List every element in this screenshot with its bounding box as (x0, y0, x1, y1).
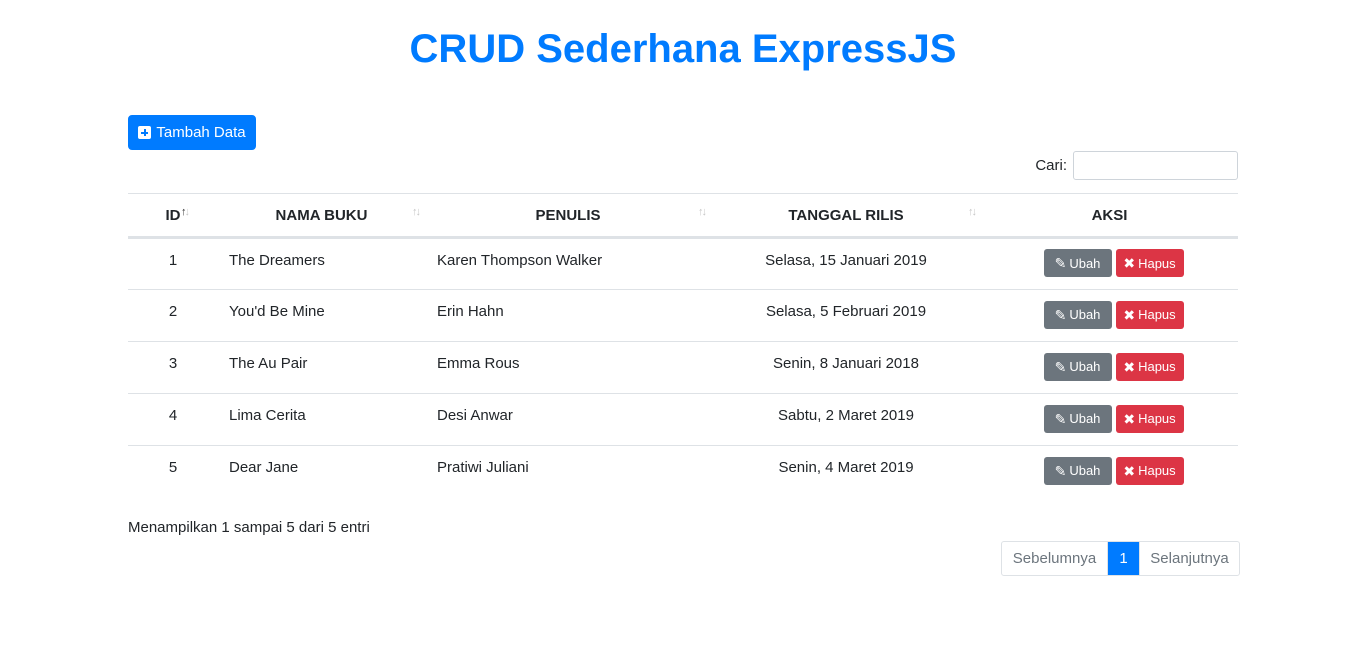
cell-book-name: Dear Jane (229, 459, 299, 477)
sort-icon: ↑↓ (698, 206, 707, 218)
column-header-date[interactable]: TANGGAL RILIS ↑↓ (711, 193, 981, 239)
cell-release-date: Senin, 4 Maret 2019 (778, 459, 914, 477)
cell-book-name: The Dreamers (229, 251, 325, 269)
delete-button[interactable]: ✖ Hapus (1115, 352, 1184, 381)
edit-icon: ✎ (1054, 358, 1067, 375)
sort-icon: ↑↓ (412, 206, 421, 218)
edit-icon: ✎ (1054, 462, 1067, 479)
cell-author: Pratiwi Juliani (437, 459, 529, 477)
cell-book-name: You'd Be Mine (229, 303, 325, 320)
table-info: Menampilkan 1 sampai 5 dari 5 entri (128, 519, 370, 536)
table-row: 2 You'd Be Mine Erin Hahn Selasa, 5 Febr… (128, 289, 1238, 342)
column-header-id[interactable]: ID ↑↓ (128, 193, 218, 239)
search-box: Cari: (1030, 150, 1238, 180)
search-input[interactable] (1073, 150, 1238, 180)
add-data-button[interactable]: Tambah Data (128, 115, 256, 150)
books-table: ID ↑↓ NAMA BUKU ↑↓ PENULIS ↑↓ TANGGAL RI… (128, 193, 1238, 498)
table-header-row: ID ↑↓ NAMA BUKU ↑↓ PENULIS ↑↓ TANGGAL RI… (128, 193, 1238, 239)
delete-button[interactable]: ✖ Hapus (1115, 456, 1184, 485)
table-row: 3 The Au Pair Emma Rous Senin, 8 Januari… (128, 341, 1238, 394)
plus-square-icon (138, 126, 152, 139)
pagination-previous[interactable]: Sebelumnya (1002, 542, 1108, 575)
cell-book-name: The Au Pair (229, 355, 308, 372)
close-icon: ✖ (1123, 462, 1136, 479)
cell-release-date: Sabtu, 2 Maret 2019 (778, 407, 914, 424)
cell-id: 5 (168, 459, 178, 477)
pagination-next[interactable]: Selanjutnya (1139, 542, 1239, 575)
edit-icon: ✎ (1054, 255, 1067, 271)
table-row: 1 The Dreamers Karen Thompson Walker Sel… (128, 237, 1238, 290)
close-icon: ✖ (1123, 255, 1136, 271)
column-header-author[interactable]: PENULIS ↑↓ (425, 193, 711, 239)
cell-book-name: Lima Cerita (229, 407, 306, 424)
table-row: 4 Lima Cerita Desi Anwar Sabtu, 2 Maret … (128, 393, 1238, 446)
sort-asc-icon: ↑↓ (181, 206, 190, 218)
close-icon: ✖ (1123, 410, 1136, 427)
delete-button[interactable]: ✖ Hapus (1115, 249, 1184, 277)
page-title: CRUD Sederhana ExpressJS (409, 27, 957, 71)
cell-author: Emma Rous (437, 355, 520, 372)
sort-icon: ↑↓ (968, 206, 977, 218)
cell-id: 1 (168, 251, 178, 269)
cell-release-date: Selasa, 15 Januari 2019 (765, 251, 927, 269)
edit-button[interactable]: ✎ Ubah (1043, 352, 1112, 381)
cell-author: Erin Hahn (437, 303, 504, 320)
cell-id: 4 (168, 407, 178, 424)
delete-button[interactable]: ✖ Hapus (1115, 404, 1184, 433)
cell-release-date: Selasa, 5 Februari 2019 (765, 303, 927, 320)
column-header-name[interactable]: NAMA BUKU ↑↓ (218, 193, 425, 239)
edit-button[interactable]: ✎ Ubah (1043, 249, 1112, 277)
edit-icon: ✎ (1054, 306, 1067, 323)
search-label: Cari: (1035, 156, 1067, 174)
edit-icon: ✎ (1054, 410, 1067, 427)
cell-id: 3 (168, 355, 178, 372)
pagination-page-1[interactable]: 1 (1108, 542, 1139, 575)
cell-release-date: Senin, 8 Januari 2018 (773, 355, 919, 372)
cell-author: Karen Thompson Walker (437, 251, 603, 269)
close-icon: ✖ (1123, 306, 1136, 323)
table-row: 5 Dear Jane Pratiwi Juliani Senin, 4 Mar… (128, 446, 1238, 498)
edit-button[interactable]: ✎ Ubah (1043, 456, 1112, 485)
add-data-label: Tambah Data (156, 124, 246, 141)
edit-button[interactable]: ✎ Ubah (1043, 300, 1112, 329)
edit-button[interactable]: ✎ Ubah (1043, 404, 1112, 433)
delete-button[interactable]: ✖ Hapus (1115, 300, 1184, 329)
column-header-actions: AKSI (981, 193, 1238, 239)
close-icon: ✖ (1123, 358, 1136, 375)
cell-id: 2 (168, 303, 178, 320)
pagination: Sebelumnya 1 Selanjutnya (1001, 541, 1240, 576)
cell-author: Desi Anwar (437, 407, 513, 424)
